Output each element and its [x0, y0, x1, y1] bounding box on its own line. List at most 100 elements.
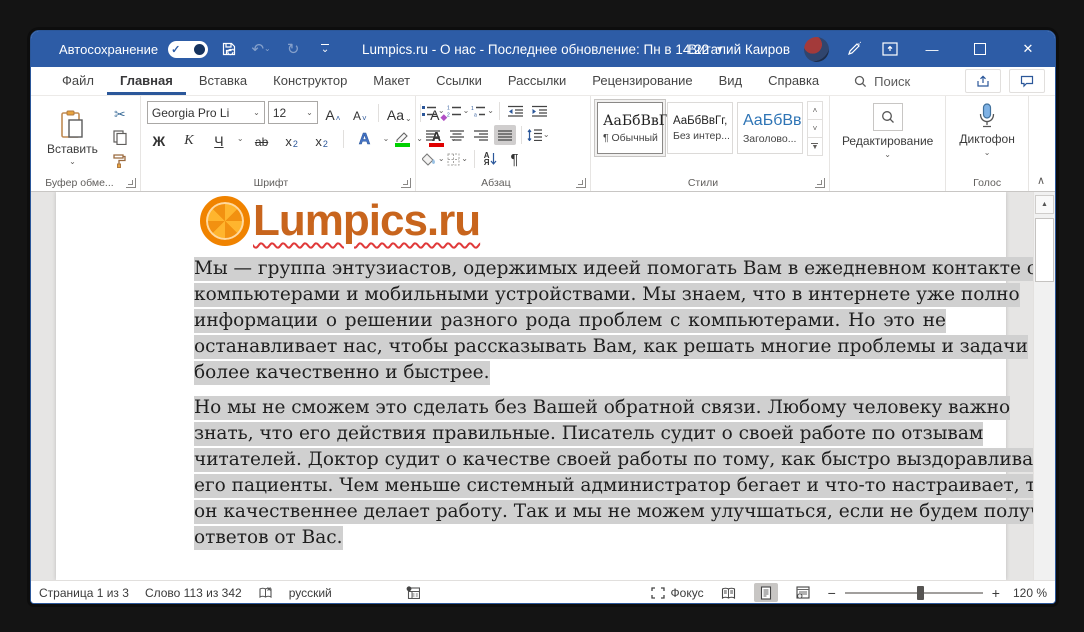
- share-icon: [976, 75, 990, 88]
- paragraph-group-label: Абзац: [416, 177, 576, 189]
- scroll-up-button[interactable]: ▲: [1035, 195, 1054, 214]
- italic-button[interactable]: К: [177, 129, 201, 149]
- language-indicator[interactable]: русский: [289, 586, 332, 600]
- autosave-toggle[interactable]: ✓: [168, 41, 208, 58]
- svg-text:1: 1: [447, 106, 450, 112]
- read-mode-button[interactable]: [717, 583, 741, 602]
- dictate-button[interactable]: Диктофон ⌄: [952, 101, 1022, 174]
- line-spacing-button[interactable]: ⌄: [527, 125, 550, 145]
- proofing-status-icon[interactable]: [258, 586, 273, 600]
- align-left-button[interactable]: [422, 125, 444, 145]
- document-title[interactable]: Lumpics.ru - О нас - Последнее обновлени…: [362, 42, 724, 57]
- tab-insert[interactable]: Вставка: [186, 67, 260, 95]
- zoom-level[interactable]: 120 %: [1013, 586, 1047, 600]
- redo-icon[interactable]: ↻: [282, 39, 304, 59]
- sort-button[interactable]: АЯ: [480, 149, 502, 169]
- numbering-button[interactable]: 12 ⌄: [447, 101, 470, 121]
- text-effects-button[interactable]: А: [353, 129, 377, 149]
- style-heading1[interactable]: АаБбВв Заголово...: [737, 102, 803, 154]
- decrease-indent-button[interactable]: [505, 101, 527, 121]
- print-layout-button[interactable]: [754, 583, 778, 602]
- shading-button[interactable]: ⌄: [422, 149, 445, 169]
- style-normal[interactable]: АаБбВвГ ¶ Обычный: [597, 102, 663, 154]
- format-painter-icon[interactable]: [110, 151, 130, 169]
- tab-home[interactable]: Главная: [107, 67, 186, 95]
- scrollbar-thumb[interactable]: [1035, 218, 1054, 282]
- text-line: читателей. Доктор судит о качестве своей…: [194, 447, 946, 473]
- superscript-button[interactable]: x2: [310, 129, 334, 149]
- page-indicator[interactable]: Страница 1 из 3: [39, 586, 129, 600]
- clipboard-dialog-launcher[interactable]: [126, 178, 136, 188]
- bold-button[interactable]: Ж: [147, 129, 171, 149]
- tab-design[interactable]: Конструктор: [260, 67, 360, 95]
- font-name-combo[interactable]: Georgia Pro Li⌄: [147, 101, 265, 124]
- styles-scroll-up[interactable]: ˄: [807, 101, 823, 120]
- macro-recording-icon[interactable]: [406, 586, 420, 599]
- grow-font-button[interactable]: A˄: [321, 103, 345, 123]
- align-right-button[interactable]: [470, 125, 492, 145]
- ribbon-tab-bar: Файл Главная Вставка Конструктор Макет С…: [31, 67, 1055, 96]
- word-count[interactable]: Слово 113 из 342: [145, 586, 242, 600]
- editing-label: Редактирование: [842, 134, 933, 148]
- zoom-slider-thumb[interactable]: [917, 586, 924, 600]
- user-avatar[interactable]: [804, 37, 829, 62]
- tab-references[interactable]: Ссылки: [423, 67, 495, 95]
- show-formatting-marks-button[interactable]: ¶: [504, 149, 526, 169]
- font-dialog-launcher[interactable]: [401, 178, 411, 188]
- superscript-label: x: [315, 134, 322, 149]
- styles-dialog-launcher[interactable]: [815, 178, 825, 188]
- font-size-combo[interactable]: 12⌄: [268, 101, 318, 124]
- shrink-font-button[interactable]: A˅: [348, 103, 372, 123]
- undo-icon[interactable]: ↶⌄: [250, 39, 272, 59]
- close-button[interactable]: ✕: [1011, 36, 1045, 62]
- save-icon[interactable]: [218, 39, 240, 59]
- share-button[interactable]: [965, 69, 1001, 93]
- text-effects-chevron-icon[interactable]: ⌄: [383, 135, 390, 143]
- pen-input-icon[interactable]: [843, 39, 865, 59]
- style-preview: АаБбВвГг,: [673, 115, 727, 127]
- search-box[interactable]: Поиск: [854, 67, 910, 95]
- tab-layout[interactable]: Макет: [360, 67, 423, 95]
- increase-indent-button[interactable]: [529, 101, 551, 121]
- copy-icon[interactable]: [110, 128, 130, 146]
- styles-more-button[interactable]: ▼: [807, 137, 823, 156]
- align-center-button[interactable]: [446, 125, 468, 145]
- paste-button[interactable]: Вставить ⌄: [39, 101, 106, 174]
- justify-button[interactable]: [494, 125, 516, 145]
- zoom-slider[interactable]: [845, 592, 983, 594]
- style-no-spacing[interactable]: АаБбВвГг, Без интер...: [667, 102, 733, 154]
- maximize-button[interactable]: [963, 36, 997, 62]
- document-text[interactable]: Мы — группа энтузиастов, одержимых идеей…: [194, 256, 946, 551]
- underline-button[interactable]: Ч: [207, 129, 231, 149]
- cut-icon[interactable]: ✂: [110, 105, 130, 123]
- strikethrough-button[interactable]: ab: [250, 129, 274, 149]
- multilevel-list-button[interactable]: 1a ⌄: [471, 101, 494, 121]
- minimize-button[interactable]: —: [915, 36, 949, 62]
- tab-view[interactable]: Вид: [706, 67, 756, 95]
- vertical-scrollbar[interactable]: ▲: [1033, 192, 1055, 580]
- styles-scroll-down[interactable]: ˅: [807, 119, 823, 138]
- subscript-button[interactable]: x2: [280, 129, 304, 149]
- tab-mailings[interactable]: Рассылки: [495, 67, 579, 95]
- tab-review[interactable]: Рецензирование: [579, 67, 705, 95]
- zoom-out-button[interactable]: −: [828, 588, 836, 598]
- tab-file[interactable]: Файл: [49, 67, 107, 95]
- borders-button[interactable]: ⌄: [447, 149, 469, 169]
- quick-access-toolbar-chevron[interactable]: ⌄: [314, 39, 336, 59]
- collapse-ribbon-icon[interactable]: ∧: [1037, 174, 1045, 187]
- paragraph-dialog-launcher[interactable]: [576, 178, 586, 188]
- change-case-button[interactable]: Aa⌄: [385, 103, 414, 123]
- ribbon-display-options-icon[interactable]: [879, 39, 901, 59]
- underline-chevron-icon[interactable]: ⌄: [237, 135, 244, 143]
- comments-button[interactable]: [1009, 69, 1045, 93]
- focus-icon: [651, 587, 665, 599]
- tab-help[interactable]: Справка: [755, 67, 832, 95]
- editing-button[interactable]: Редактирование ⌄: [836, 101, 939, 174]
- web-layout-button[interactable]: [791, 583, 815, 602]
- zoom-in-button[interactable]: +: [992, 588, 1000, 598]
- highlight-button[interactable]: [395, 131, 410, 147]
- document-page[interactable]: Lumpics.ru Мы — группа энтузиастов, одер…: [56, 192, 1006, 580]
- clipboard-group-label: Буфер обме...: [33, 177, 126, 189]
- focus-mode-button[interactable]: Фокус: [651, 586, 704, 600]
- bullets-button[interactable]: ⌄: [422, 101, 445, 121]
